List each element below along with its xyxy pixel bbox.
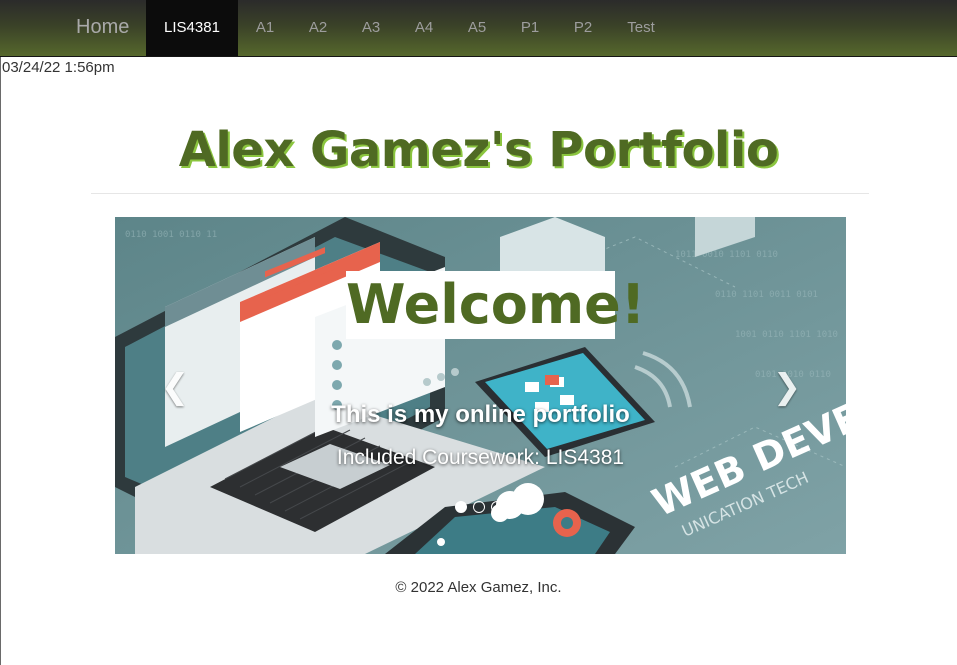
svg-text:1011 0010 1101 0110: 1011 0010 1101 0110 bbox=[675, 250, 778, 260]
nav-item-a5[interactable]: A5 bbox=[458, 0, 496, 56]
nav-home-link[interactable]: Home bbox=[76, 16, 129, 39]
svg-text:0110 1101 0011 0101: 0110 1101 0011 0101 bbox=[715, 290, 818, 300]
chevron-left-icon: ❮ bbox=[160, 368, 190, 406]
top-navbar: Home LIS4381 A1 A2 A3 A4 A5 P1 P2 Test bbox=[0, 0, 957, 57]
carousel-indicator-2[interactable] bbox=[473, 501, 485, 513]
carousel-indicator-1[interactable] bbox=[455, 501, 467, 513]
timestamp: 03/24/22 1:56pm bbox=[2, 59, 115, 76]
carousel-indicator-3[interactable] bbox=[491, 501, 503, 513]
nav-item-p1[interactable]: P1 bbox=[511, 0, 549, 56]
carousel: 0110 1001 0110 11 1011 0010 1101 0110 01… bbox=[115, 217, 846, 554]
title-divider bbox=[91, 193, 869, 194]
carousel-next-button[interactable]: ❯ bbox=[767, 367, 807, 407]
nav-item-a1[interactable]: A1 bbox=[246, 0, 284, 56]
nav-item-a2[interactable]: A2 bbox=[299, 0, 337, 56]
nav-item-a4[interactable]: A4 bbox=[405, 0, 443, 56]
carousel-caption-heading: This is my online portfolio bbox=[331, 401, 630, 428]
nav-item-lis4381[interactable]: LIS4381 bbox=[146, 0, 238, 56]
page-title: Alex Gamez's Portfolio bbox=[178, 122, 779, 178]
welcome-heading: Welcome! bbox=[346, 273, 646, 336]
svg-text:0110 1001 0110 11: 0110 1001 0110 11 bbox=[125, 230, 217, 240]
chevron-right-icon: ❯ bbox=[772, 368, 802, 406]
nav-item-test[interactable]: Test bbox=[620, 0, 662, 56]
footer-copyright: © 2022 Alex Gamez, Inc. bbox=[395, 579, 562, 596]
nav-item-a3[interactable]: A3 bbox=[352, 0, 390, 56]
svg-text:1001 0110 1101 1010: 1001 0110 1101 1010 bbox=[735, 330, 838, 340]
carousel-prev-button[interactable]: ❮ bbox=[155, 367, 195, 407]
nav-item-p2[interactable]: P2 bbox=[564, 0, 602, 56]
carousel-caption-text: Included Coursework: LIS4381 bbox=[336, 446, 625, 469]
